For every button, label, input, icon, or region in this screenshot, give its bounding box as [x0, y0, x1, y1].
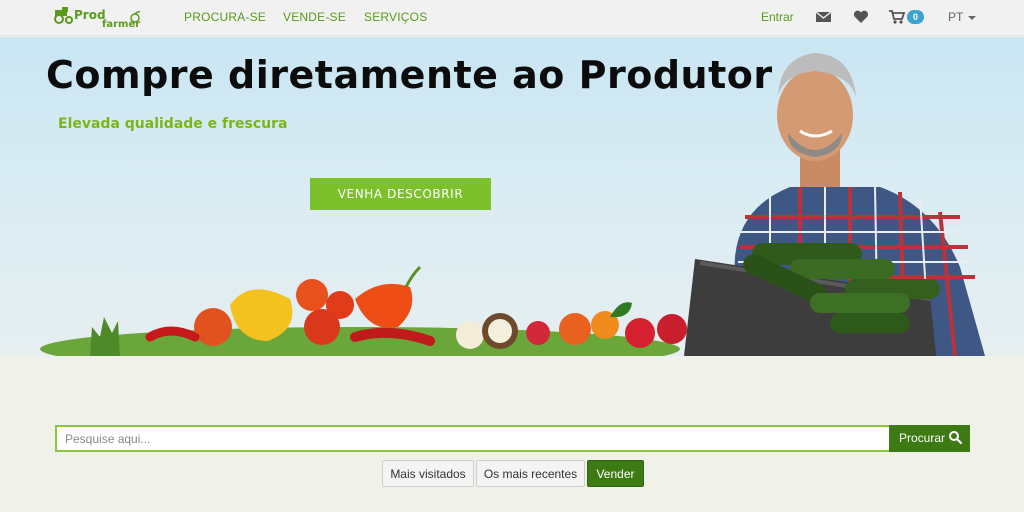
- language-label: PT: [948, 10, 964, 24]
- nav-servicos[interactable]: SERVIÇOS: [364, 10, 427, 24]
- most-visited-button[interactable]: Mais visitados: [382, 460, 474, 487]
- login-link[interactable]: Entrar: [761, 10, 794, 24]
- search-bar: Procurar: [55, 425, 970, 452]
- heart-icon[interactable]: [852, 9, 870, 25]
- search-button-label: Procurar: [899, 431, 946, 445]
- envelope-icon[interactable]: [815, 9, 833, 25]
- hero-banner: Compre diretamente ao Produtor Elevada q…: [0, 37, 1024, 356]
- nav-vende-se[interactable]: VENDE-SE: [283, 10, 346, 24]
- language-selector[interactable]: PT: [948, 10, 977, 24]
- nav-procura-se[interactable]: PROCURA-SE: [184, 10, 266, 24]
- search-icon: [949, 431, 962, 444]
- logo-text-prod: Prod: [74, 8, 106, 22]
- tractor-icon: [54, 7, 73, 24]
- sell-button[interactable]: Vender: [587, 460, 644, 487]
- cart-count-badge: 0: [907, 10, 924, 24]
- logo-leaf-icon: [130, 11, 141, 23]
- hero-subtitle: Elevada qualidade e frescura: [58, 116, 288, 132]
- hero-title: Compre diretamente ao Produtor: [46, 53, 773, 97]
- top-navbar: Prod farmer PROCURA-SE VENDE-SE SERVIÇOS…: [0, 0, 1024, 36]
- caret-down-icon: [968, 15, 977, 20]
- prodfarmer-logo[interactable]: Prod farmer: [54, 4, 144, 32]
- discover-button[interactable]: VENHA DESCOBRIR: [310, 178, 491, 210]
- search-button[interactable]: Procurar: [889, 425, 970, 452]
- cart-icon[interactable]: [888, 9, 906, 25]
- search-input[interactable]: [55, 425, 889, 452]
- most-recent-button[interactable]: Os mais recentes: [476, 460, 585, 487]
- vegetables-illustration: [40, 265, 687, 356]
